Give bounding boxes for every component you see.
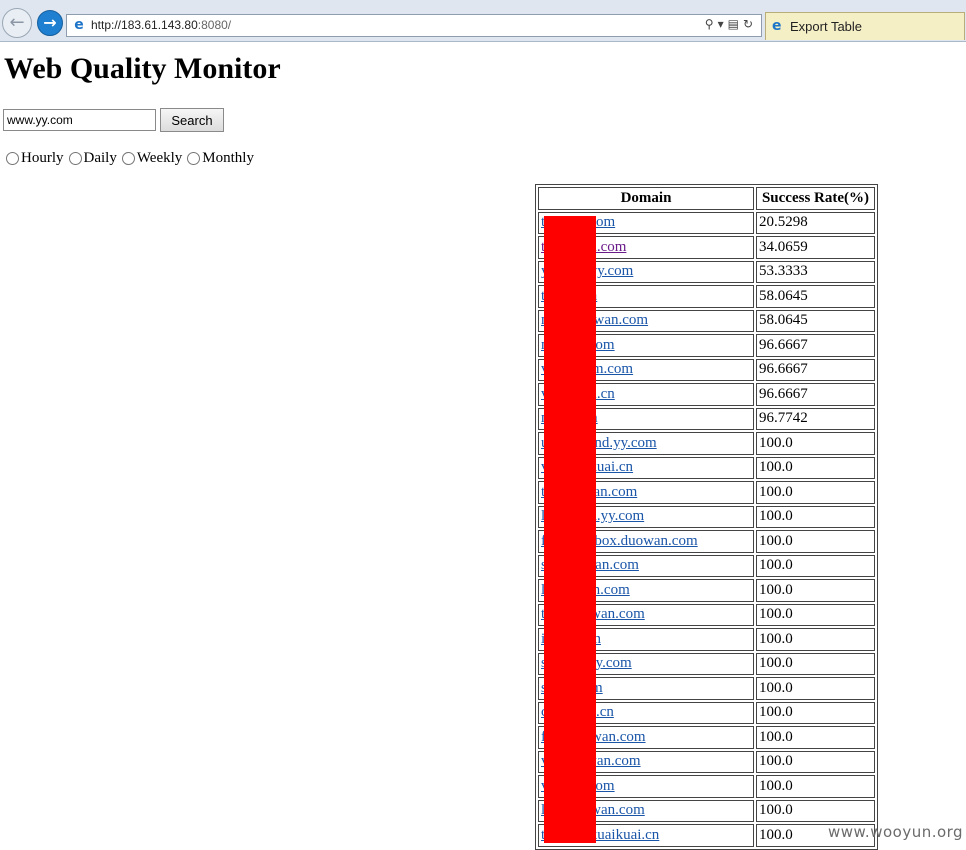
success-rate-cell: 100.0: [756, 628, 875, 651]
period-label: Weekly: [136, 150, 183, 166]
success-rate-cell: 58.0645: [756, 285, 875, 308]
forward-arrow-icon[interactable]: →: [37, 10, 63, 36]
period-radio-daily[interactable]: [68, 152, 82, 165]
success-rate-cell: 96.7742: [756, 407, 875, 430]
search-button[interactable]: Search: [160, 108, 224, 132]
back-arrow-icon[interactable]: ←: [2, 8, 32, 38]
success-rate-cell: 58.0645: [756, 309, 875, 332]
period-radio-monthly[interactable]: [187, 152, 201, 165]
period-label: Hourly: [21, 150, 64, 166]
watermark: www.wooyun.org: [828, 823, 964, 841]
redaction-bar: [544, 216, 596, 843]
period-option-monthly[interactable]: Monthly: [186, 150, 254, 167]
url-port-path: :8080/: [197, 18, 232, 32]
search-input[interactable]: [3, 109, 156, 131]
success-rate-cell: 100.0: [756, 677, 875, 700]
period-label: Daily: [83, 150, 117, 166]
success-rate-cell: 100.0: [756, 799, 875, 822]
refresh-icon[interactable]: ↻: [743, 17, 757, 31]
ie-logo-icon: e: [74, 17, 84, 33]
success-rate-cell: 100.0: [756, 456, 875, 479]
period-radio-group: Hourly Daily Weekly Monthly: [5, 150, 258, 170]
period-label: Monthly: [202, 150, 254, 166]
success-rate-cell: 53.3333: [756, 260, 875, 283]
search-icon[interactable]: ⚲: [705, 17, 718, 31]
period-option-weekly[interactable]: Weekly: [121, 150, 182, 167]
success-rate-cell: 100.0: [756, 701, 875, 724]
success-rate-cell: 100.0: [756, 530, 875, 553]
browser-toolbar: ← → e http://183.61.143.80:8080/ ⚲▾▤↻ e …: [0, 0, 966, 42]
column-header-success-rate: Success Rate(%): [756, 187, 875, 210]
success-rate-cell: 100.0: [756, 750, 875, 773]
compatibility-icon[interactable]: ▤: [728, 17, 743, 31]
success-rate-cell: 20.5298: [756, 211, 875, 234]
address-bar[interactable]: e http://183.61.143.80:8080/ ⚲▾▤↻: [66, 14, 762, 37]
url-host: http://183.61.143.80: [91, 18, 198, 32]
ie-logo-icon: e: [772, 18, 782, 34]
success-rate-cell: 34.0659: [756, 236, 875, 259]
success-rate-cell: 100.0: [756, 481, 875, 504]
success-rate-cell: 96.6667: [756, 334, 875, 357]
tab-title: Export Table: [790, 19, 863, 34]
table-header-row: Domain Success Rate(%): [538, 187, 875, 210]
column-header-domain: Domain: [538, 187, 754, 210]
success-rate-cell: 100.0: [756, 775, 875, 798]
period-radio-weekly[interactable]: [121, 152, 135, 165]
success-rate-cell: 100.0: [756, 652, 875, 675]
period-option-daily[interactable]: Daily: [68, 150, 117, 167]
success-rate-cell: 100.0: [756, 579, 875, 602]
url-text[interactable]: http://183.61.143.80:8080/: [91, 18, 231, 32]
page-title: Web Quality Monitor: [4, 52, 281, 85]
success-rate-cell: 100.0: [756, 432, 875, 455]
success-rate-cell: 96.6667: [756, 358, 875, 381]
browser-tab[interactable]: e Export Table: [765, 12, 965, 40]
success-rate-cell: 100.0: [756, 726, 875, 749]
success-rate-cell: 100.0: [756, 554, 875, 577]
period-option-hourly[interactable]: Hourly: [5, 150, 64, 167]
period-radio-hourly[interactable]: [6, 152, 19, 165]
success-rate-cell: 100.0: [756, 603, 875, 626]
dropdown-icon[interactable]: ▾: [718, 17, 728, 31]
success-rate-cell: 96.6667: [756, 383, 875, 406]
success-rate-cell: 100.0: [756, 505, 875, 528]
